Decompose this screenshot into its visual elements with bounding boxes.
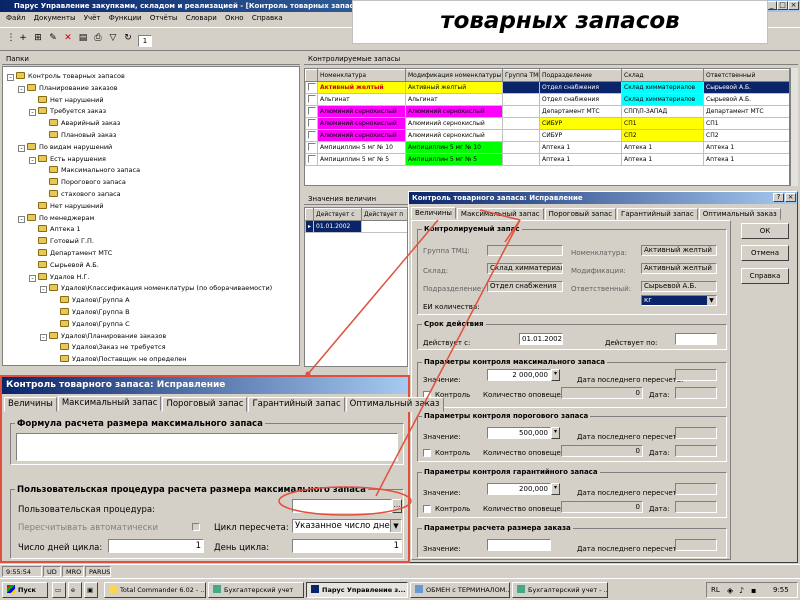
windows-logo-icon (7, 585, 15, 593)
accounting-app-icon (213, 585, 221, 593)
annotation-line-tab (307, 219, 439, 375)
task-accounting-2[interactable]: Бухгалтерский учет - ... (512, 582, 608, 598)
terminal-app-icon (415, 585, 423, 593)
annotation-ellipse (278, 486, 412, 516)
tray-app-icon[interactable]: ▪ (751, 586, 756, 595)
status-time: 9:55:54 (2, 566, 42, 577)
quicklaunch-desktop-icon[interactable]: ▭ (52, 582, 66, 598)
annotation-arrows (278, 209, 521, 516)
task-total-commander[interactable]: Total Commander 6.02 - ... (104, 582, 206, 598)
tray-volume-icon[interactable]: ♪ (739, 586, 744, 595)
start-button[interactable]: Пуск (2, 582, 48, 598)
task-terminal-label: ОБМЕН с ТЕРМИНАЛОМ.... (426, 586, 510, 594)
parus-app-icon (311, 585, 319, 593)
accounting-app-icon-2 (517, 585, 525, 593)
annotation-line-procedure (375, 219, 521, 497)
annotation-dot (305, 371, 311, 377)
status-mro: MRO (62, 566, 84, 577)
tray-lang[interactable]: RL (711, 586, 720, 594)
taskbar: Пуск ▭ e ▣ Total Commander 6.02 - ... Бу… (0, 578, 800, 600)
total-commander-icon (109, 585, 117, 593)
status-ud: UD (43, 566, 61, 577)
status-parus: PARUS (85, 566, 111, 577)
task-accounting-2-label: Бухгалтерский учет - ... (528, 586, 608, 594)
quicklaunch-app-icon[interactable]: ▣ (84, 582, 98, 598)
status-bar: 9:55:54 UD MRO PARUS (0, 564, 800, 577)
task-accounting[interactable]: Бухгалтерский учет (208, 582, 304, 598)
task-parus-label: Парус Управление з... (322, 586, 406, 594)
start-label: Пуск (18, 586, 36, 594)
task-total-commander-label: Total Commander 6.02 - ... (120, 586, 206, 594)
task-terminal[interactable]: ОБМЕН с ТЕРМИНАЛОМ.... (410, 582, 510, 598)
system-tray: RL ◈ ♪ ▪ 9:55 (706, 582, 798, 598)
annotation-arrowhead (479, 209, 521, 243)
tray-network-icon[interactable]: ◈ (727, 586, 733, 595)
tray-clock: 9:55 (773, 586, 789, 594)
task-accounting-label: Бухгалтерский учет (224, 586, 294, 594)
quicklaunch-browser-icon[interactable]: e (68, 582, 82, 598)
task-parus[interactable]: Парус Управление з... (306, 582, 408, 598)
